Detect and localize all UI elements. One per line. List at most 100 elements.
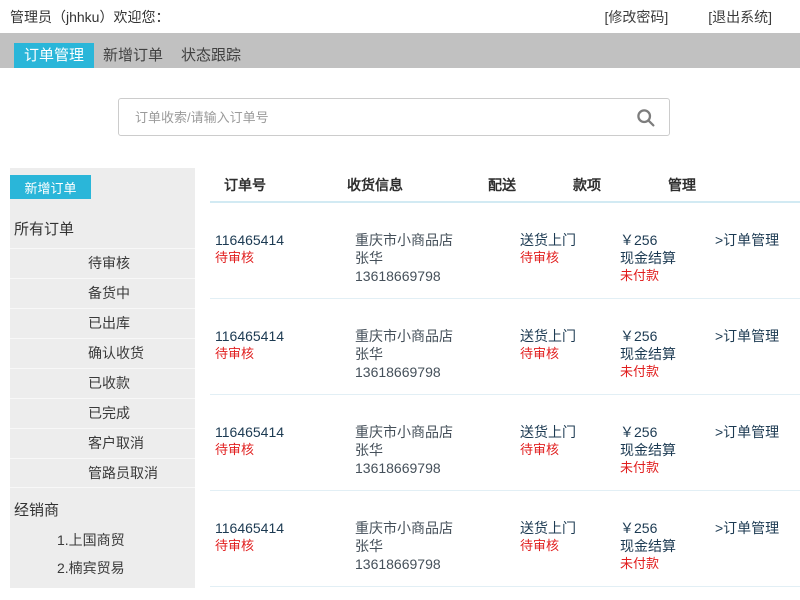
all-orders-heading: 所有订单: [14, 218, 195, 239]
order-manage-link[interactable]: >订单管理: [715, 328, 779, 344]
sidebar-status-item[interactable]: 备货中: [10, 278, 195, 308]
order-search-input[interactable]: [119, 110, 634, 125]
sidebar-status-item[interactable]: 管路员取消: [10, 458, 195, 488]
payment-status-badge: 未付款: [620, 555, 710, 573]
order-amount: ￥256: [620, 423, 710, 441]
manage-cell: >订单管理: [710, 423, 800, 477]
manage-cell: >订单管理: [710, 519, 800, 573]
change-password-link[interactable]: [修改密码]: [604, 7, 668, 27]
tab-status-tracking[interactable]: 状态跟踪: [172, 43, 250, 68]
order-amount: ￥256: [620, 327, 710, 345]
payment-status-badge: 未付款: [620, 363, 710, 381]
order-search-box: [118, 98, 670, 136]
main-tab-bar: 订单管理 新增订单 状态跟踪: [0, 33, 800, 68]
order-row: 116465414 待审核 重庆市小商品店 张华 13618669798 送货上…: [210, 299, 800, 395]
delivery-cell: 送货上门 待审核: [515, 519, 615, 573]
receiver-store: 重庆市小商品店: [355, 327, 515, 345]
order-status-badge: 待审核: [215, 249, 350, 267]
order-status-list: 待审核 备货中 已出库 确认收货 已收款 已完成 客户取消 管路员取消: [10, 248, 195, 488]
order-row: 116465414 待审核 重庆市小商品店 张华 13618669798 送货上…: [210, 395, 800, 491]
tab-order-management[interactable]: 订单管理: [14, 43, 94, 68]
col-header-payment: 款项: [573, 178, 601, 193]
col-header-manage: 管理: [668, 178, 696, 193]
delivery-method: 送货上门: [520, 423, 615, 441]
new-order-button[interactable]: 新增订单: [10, 175, 91, 199]
tab-new-order[interactable]: 新增订单: [94, 43, 172, 68]
sidebar-status-item[interactable]: 确认收货: [10, 338, 195, 368]
orders-table-header: 订单号 收货信息 配送 款项 管理: [210, 168, 800, 203]
order-amount: ￥256: [620, 519, 710, 537]
order-no-cell: 116465414 待审核: [210, 231, 350, 285]
order-manage-link[interactable]: >订单管理: [715, 520, 779, 536]
receiver-info-cell: 重庆市小商品店 张华 13618669798: [350, 519, 515, 573]
sidebar-status-item[interactable]: 已完成: [10, 398, 195, 428]
delivery-status-badge: 待审核: [520, 249, 615, 267]
payment-cell: ￥256 现金结算 未付款: [615, 423, 710, 477]
receiver-name: 张华: [355, 537, 515, 555]
delivery-cell: 送货上门 待审核: [515, 327, 615, 381]
receiver-store: 重庆市小商品店: [355, 519, 515, 537]
order-status-badge: 待审核: [215, 441, 350, 459]
delivery-status-badge: 待审核: [520, 441, 615, 459]
receiver-info-cell: 重庆市小商品店 张华 13618669798: [350, 231, 515, 285]
delivery-method: 送货上门: [520, 327, 615, 345]
payment-status-badge: 未付款: [620, 459, 710, 477]
payment-method: 现金结算: [620, 249, 710, 267]
search-section: [0, 68, 800, 136]
payment-status-badge: 未付款: [620, 267, 710, 285]
sidebar-dealer-item[interactable]: 1.上国商贸: [57, 533, 195, 548]
receiver-name: 张华: [355, 345, 515, 363]
order-no-cell: 116465414 待审核: [210, 327, 350, 381]
order-status-badge: 待审核: [215, 537, 350, 555]
receiver-phone: 13618669798: [355, 459, 515, 477]
receiver-phone: 13618669798: [355, 555, 515, 573]
order-manage-link[interactable]: >订单管理: [715, 232, 779, 248]
manage-cell: >订单管理: [710, 231, 800, 285]
col-header-order-no: 订单号: [224, 178, 266, 193]
col-header-delivery: 配送: [488, 178, 516, 193]
welcome-text: 管理员（jhhku）欢迎您：: [10, 7, 169, 27]
order-number: 116465414: [215, 519, 350, 537]
order-no-cell: 116465414 待审核: [210, 423, 350, 477]
receiver-store: 重庆市小商品店: [355, 423, 515, 441]
payment-method: 现金结算: [620, 441, 710, 459]
receiver-store: 重庆市小商品店: [355, 231, 515, 249]
order-manage-link[interactable]: >订单管理: [715, 424, 779, 440]
order-row: 116465414 待审核 重庆市小商品店 张华 13618669798 送货上…: [210, 491, 800, 587]
delivery-status-badge: 待审核: [520, 345, 615, 363]
delivery-cell: 送货上门 待审核: [515, 423, 615, 477]
sidebar-status-item[interactable]: 已出库: [10, 308, 195, 338]
orders-table: 订单号 收货信息 配送 款项 管理 116465414 待审核 重庆市小商品店 …: [210, 168, 800, 587]
payment-method: 现金结算: [620, 537, 710, 555]
sidebar-status-item[interactable]: 已收款: [10, 368, 195, 398]
sidebar-status-item[interactable]: 客户取消: [10, 428, 195, 458]
receiver-name: 张华: [355, 249, 515, 267]
col-header-receiver: 收货信息: [347, 178, 403, 193]
receiver-info-cell: 重庆市小商品店 张华 13618669798: [350, 327, 515, 381]
dealers-heading: 经销商: [14, 499, 195, 520]
delivery-method: 送货上门: [520, 231, 615, 249]
order-status-badge: 待审核: [215, 345, 350, 363]
sidebar: 新增订单 所有订单 待审核 备货中 已出库 确认收货 已收款 已完成 客户取消 …: [10, 168, 195, 588]
logout-link[interactable]: [退出系统]: [708, 7, 772, 27]
receiver-info-cell: 重庆市小商品店 张华 13618669798: [350, 423, 515, 477]
payment-cell: ￥256 现金结算 未付款: [615, 231, 710, 285]
order-number: 116465414: [215, 231, 350, 249]
search-icon[interactable]: [634, 106, 656, 128]
sidebar-status-item[interactable]: 待审核: [10, 248, 195, 278]
content-area: 新增订单 所有订单 待审核 备货中 已出库 确认收货 已收款 已完成 客户取消 …: [0, 168, 800, 588]
delivery-method: 送货上门: [520, 519, 615, 537]
order-amount: ￥256: [620, 231, 710, 249]
receiver-phone: 13618669798: [355, 363, 515, 381]
topbar: 管理员（jhhku）欢迎您： [修改密码] [退出系统]: [0, 0, 800, 33]
delivery-cell: 送货上门 待审核: [515, 231, 615, 285]
order-row: 116465414 待审核 重庆市小商品店 张华 13618669798 送货上…: [210, 203, 800, 299]
sidebar-dealer-item[interactable]: 2.楠宾贸易: [57, 561, 195, 576]
receiver-name: 张华: [355, 441, 515, 459]
payment-cell: ￥256 现金结算 未付款: [615, 519, 710, 573]
payment-method: 现金结算: [620, 345, 710, 363]
order-admin-page: 管理员（jhhku）欢迎您： [修改密码] [退出系统] 订单管理 新增订单 状…: [0, 0, 800, 588]
orders-table-body: 116465414 待审核 重庆市小商品店 张华 13618669798 送货上…: [210, 203, 800, 587]
order-number: 116465414: [215, 327, 350, 345]
order-no-cell: 116465414 待审核: [210, 519, 350, 573]
